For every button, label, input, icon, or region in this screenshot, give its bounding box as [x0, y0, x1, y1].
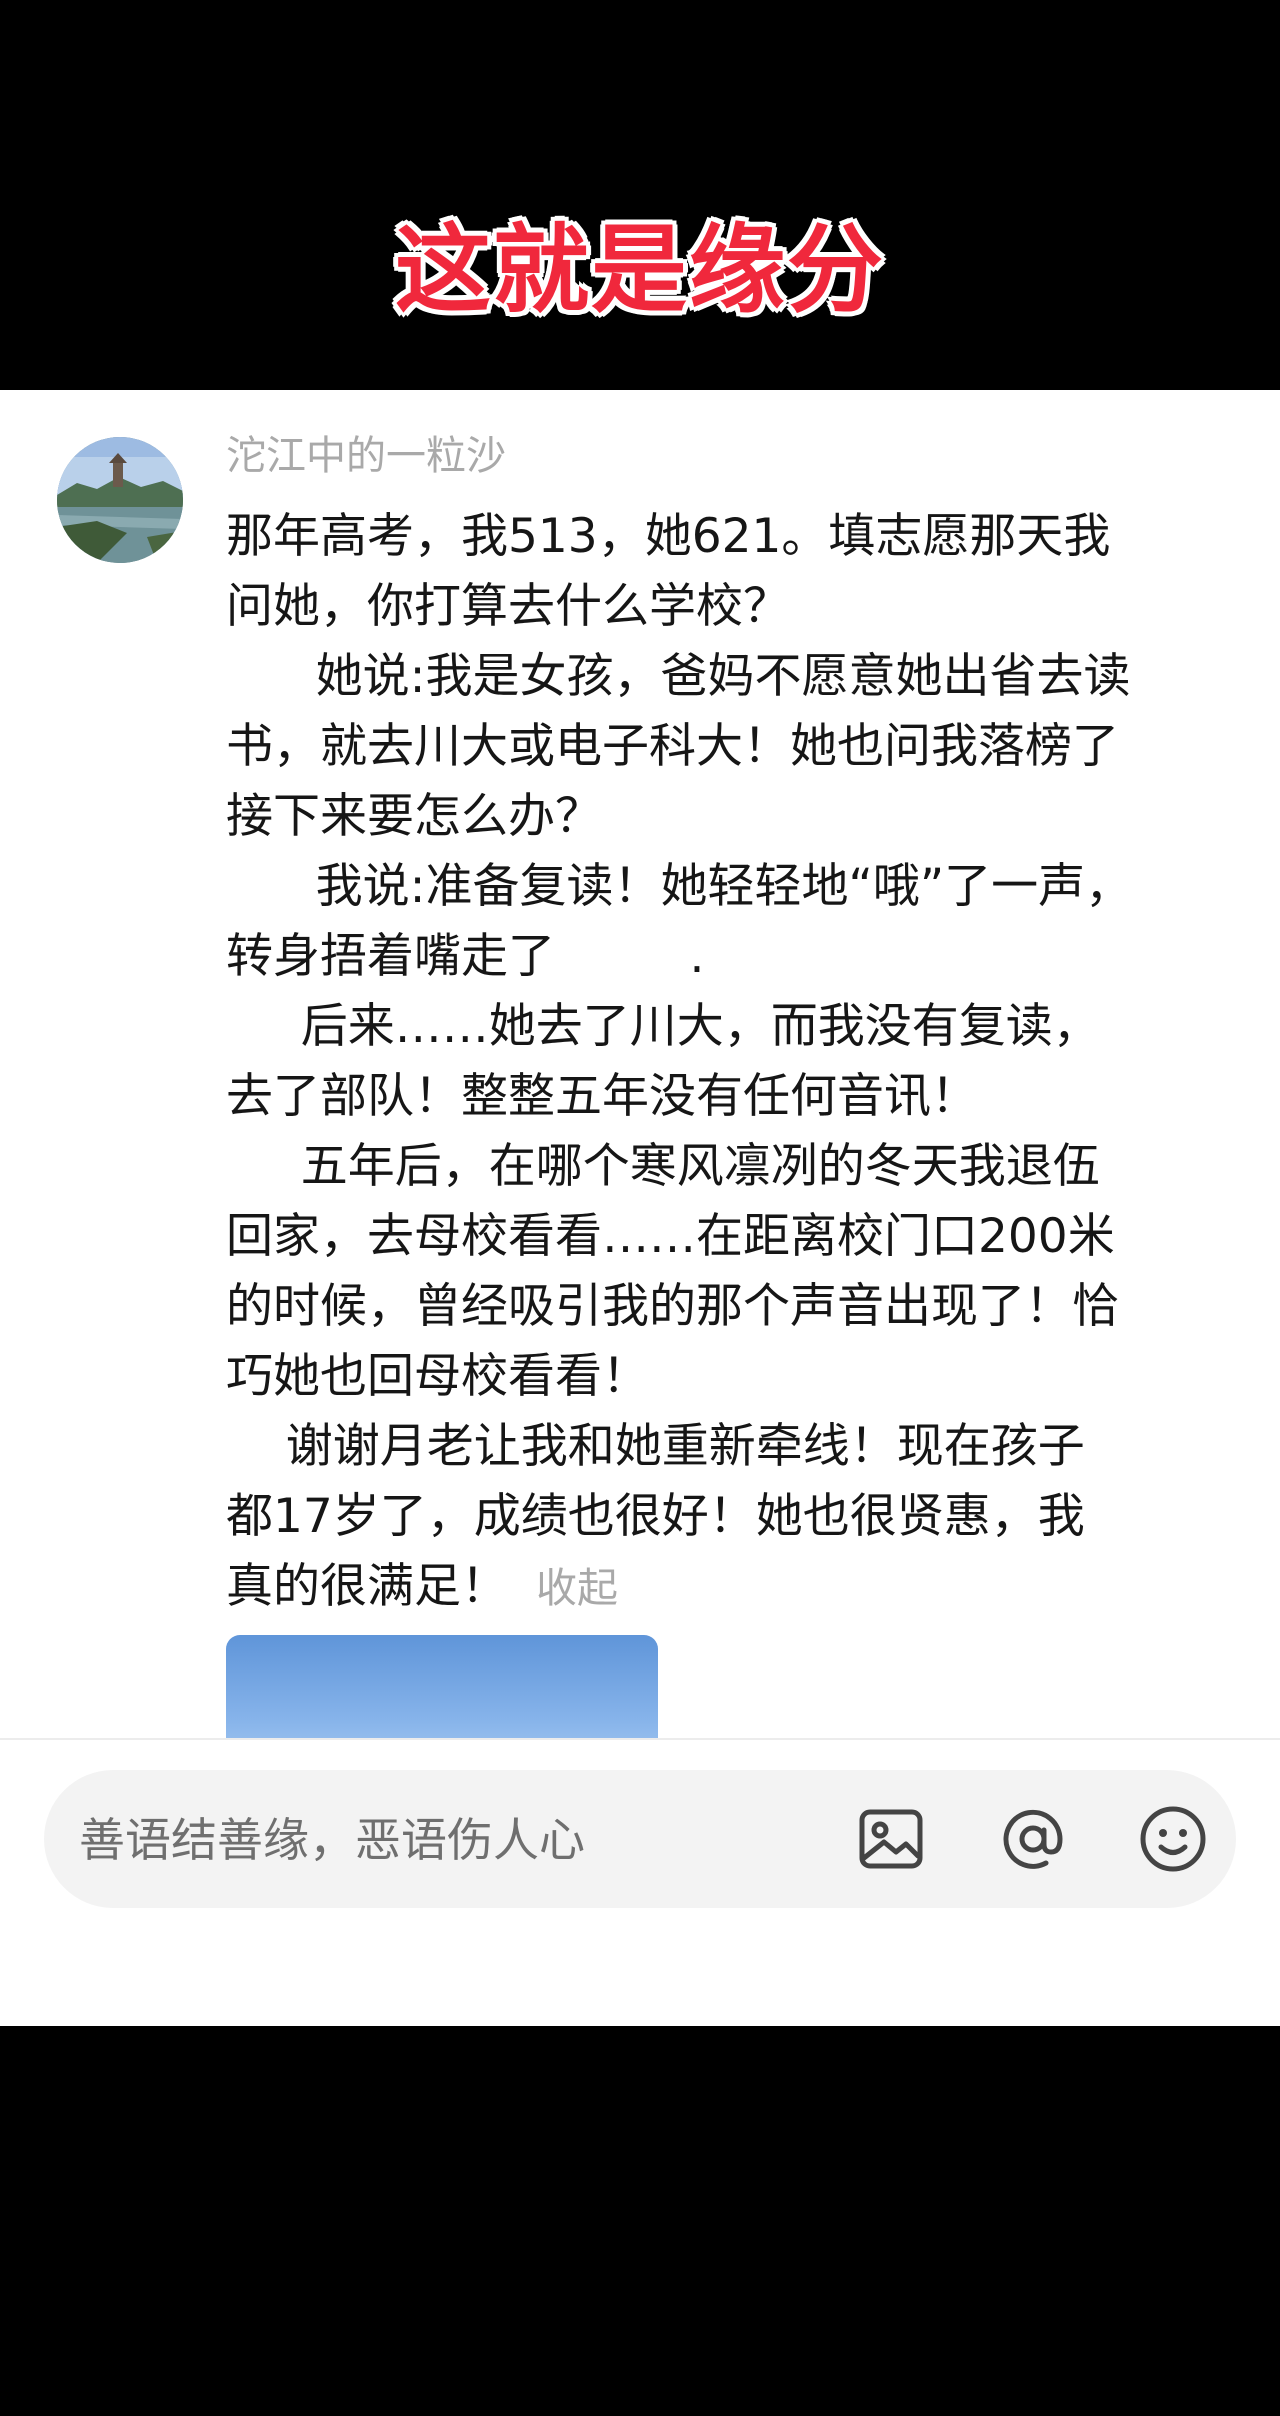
comment-line: 真的很满足！: [226, 1559, 508, 1614]
comment-last-line: 真的很满足！ 收起: [226, 1552, 1226, 1623]
comment-body: 那年高考，我513，她621。填志愿那天我 问她，你打算去什么学校？ 她说:我是…: [226, 502, 1226, 1623]
emoji-icon[interactable]: [1134, 1800, 1212, 1878]
comment-input-placeholder[interactable]: 善语结善缘，恶语伤人心: [79, 1812, 585, 1868]
divider: [0, 1738, 1280, 1740]
comment-photo-thumbnail[interactable]: [226, 1635, 658, 1738]
avatar-landscape-image: [57, 437, 183, 563]
comment-line: 书，就去川大或电子科大！她也问我落榜了: [226, 719, 1119, 774]
comment-line: 我说:准备复读！她轻轻地“哦”了一声，: [226, 859, 1133, 914]
comment-line: 问她，你打算去什么学校？: [226, 579, 790, 634]
image-icon[interactable]: [852, 1800, 930, 1878]
comment-line: 转身捂着嘴走了 .: [226, 929, 705, 984]
comment-input-bar[interactable]: 善语结善缘，恶语伤人心: [44, 1770, 1236, 1908]
comment-line: 的时候，曾经吸引我的那个声音出现了！恰: [226, 1279, 1119, 1334]
video-bottom-area: [0, 2026, 1280, 2416]
comment-line: 回家，去母校看看……在距离校门口200米: [226, 1209, 1115, 1264]
comment-line: 巧她也回母校看看！: [226, 1349, 649, 1404]
avatar[interactable]: [57, 437, 183, 563]
comment-line: 接下来要怎么办？: [226, 789, 602, 844]
comment-line: 五年后，在哪个寒风凛冽的冬天我退伍: [226, 1139, 1100, 1194]
collapse-button[interactable]: 收起: [536, 1564, 618, 1612]
comment-username[interactable]: 沱江中的一粒沙: [226, 430, 506, 482]
comment-line: 谢谢月老让我和她重新牵线！现在孩子: [226, 1419, 1085, 1474]
video-top-area: 这就是缘分: [0, 0, 1280, 390]
comment-line: 那年高考，我513，她621。填志愿那天我: [226, 509, 1111, 564]
comment-line: 都17岁了，成绩也很好！她也很贤惠，我: [226, 1489, 1085, 1544]
comment-panel: 沱江中的一粒沙 那年高考，我513，她621。填志愿那天我 问她，你打算去什么学…: [0, 390, 1280, 2026]
comment-line: 后来……她去了川大，而我没有复读，: [226, 999, 1100, 1054]
comment-line: 她说:我是女孩，爸妈不愿意她出省去读: [226, 649, 1131, 704]
comment-line: 去了部队！整整五年没有任何音讯！: [226, 1069, 978, 1124]
at-icon[interactable]: [994, 1800, 1072, 1878]
comment-item: 沱江中的一粒沙 那年高考，我513，她621。填志愿那天我 问她，你打算去什么学…: [0, 390, 1280, 1738]
video-title-caption: 这就是缘分: [395, 214, 885, 326]
